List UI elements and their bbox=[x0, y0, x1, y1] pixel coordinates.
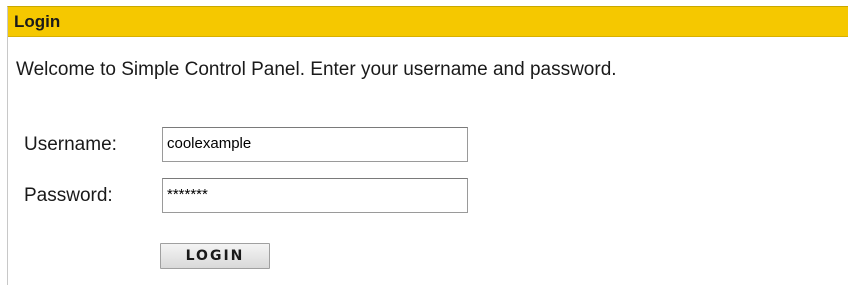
username-label: Username: bbox=[24, 133, 117, 155]
login-panel: Login Welcome to Simple Control Panel. E… bbox=[7, 6, 848, 285]
username-field[interactable] bbox=[162, 127, 468, 162]
login-button[interactable]: LOGIN bbox=[160, 243, 270, 269]
password-row: Password: bbox=[24, 178, 468, 213]
password-field[interactable] bbox=[162, 178, 468, 213]
password-label: Password: bbox=[24, 184, 113, 206]
panel-title: Login bbox=[14, 11, 61, 31]
panel-header: Login bbox=[8, 7, 848, 37]
welcome-message: Welcome to Simple Control Panel. Enter y… bbox=[16, 59, 617, 80]
username-row: Username: bbox=[24, 127, 468, 162]
